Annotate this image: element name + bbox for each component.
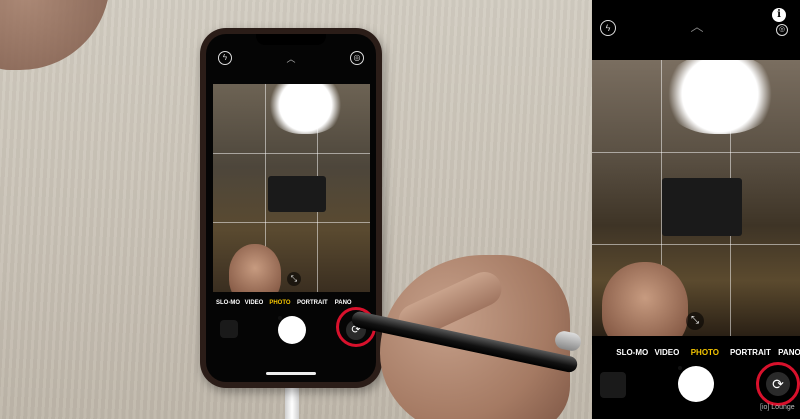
mode-slo-mo[interactable]: SLO-MO: [616, 348, 652, 357]
camera-app: ϟ ︿ i ◎ ⤡ E SLO-MO VIDEO PHOTO PORTRAIT …: [592, 0, 800, 419]
mode-portrait[interactable]: PORTRAIT: [297, 300, 333, 306]
last-photo-thumbnail[interactable]: [220, 320, 238, 338]
viewfinder[interactable]: ⤡: [592, 60, 800, 336]
mode-video[interactable]: VIDEO: [245, 300, 268, 306]
ceiling-light: [664, 60, 776, 134]
flash-off-icon[interactable]: ϟ: [600, 20, 616, 36]
live-photo-icon[interactable]: ◎: [776, 24, 788, 36]
flip-highlight-ring: [756, 362, 800, 406]
watermark-logo: [io] Lounge: [760, 404, 795, 411]
chevron-up-icon[interactable]: ︿: [285, 55, 297, 64]
mode-portrait[interactable]: PORTRAIT: [730, 348, 776, 357]
grid-line: [213, 222, 370, 223]
mode-slo-mo[interactable]: SLO-MO: [216, 300, 243, 306]
mode-photo[interactable]: PHOTO: [691, 348, 728, 357]
hand-top-left: [0, 0, 110, 70]
mode-video[interactable]: VIDEO: [654, 348, 688, 357]
info-icon[interactable]: i: [772, 8, 786, 22]
shutter-button[interactable]: [278, 316, 306, 344]
camera-rig: [268, 176, 326, 212]
viewfinder[interactable]: ⤡: [213, 84, 370, 292]
grid-line: [592, 152, 800, 153]
zoom-icon[interactable]: ⤡: [686, 312, 704, 330]
grid-line: [592, 244, 800, 245]
notch: [256, 34, 326, 45]
mode-pano[interactable]: PANO: [778, 348, 800, 357]
grid-line: [213, 153, 370, 154]
live-photo-icon[interactable]: ◎: [350, 51, 364, 65]
zoom-icon[interactable]: ⤡: [287, 272, 301, 286]
photo-scene: ϟ ︿ ◎ ⤡ SLO-MO VIDEO PHOTO PORTRAIT PANO: [0, 0, 592, 419]
camera-rig: [662, 178, 742, 236]
flash-off-icon[interactable]: ϟ: [218, 51, 232, 65]
selfie-face: [229, 244, 281, 292]
mode-selector[interactable]: E SLO-MO VIDEO PHOTO PORTRAIT PANO: [592, 348, 800, 357]
shutter-button[interactable]: [678, 366, 714, 402]
camera-top-bar: ϟ ︿ i ◎: [592, 0, 800, 60]
selfie-face: [602, 262, 688, 336]
mode-timelapse-partial[interactable]: E: [592, 348, 614, 357]
last-photo-thumbnail[interactable]: [600, 372, 626, 398]
home-indicator: [266, 372, 316, 375]
mode-selector[interactable]: SLO-MO VIDEO PHOTO PORTRAIT PANO: [216, 300, 352, 306]
chevron-up-icon[interactable]: ︿: [688, 20, 706, 33]
mode-photo[interactable]: PHOTO: [269, 300, 295, 306]
mode-pano[interactable]: PANO: [335, 300, 352, 306]
ceiling-light: [268, 84, 343, 134]
